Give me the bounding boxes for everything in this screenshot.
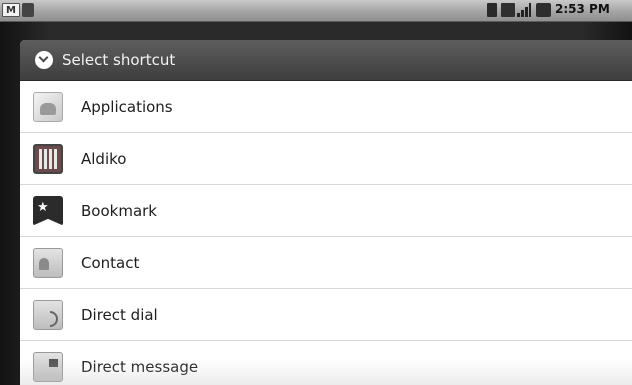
list-item-aldiko[interactable]: Aldiko: [20, 133, 632, 185]
signal-icon: [517, 3, 531, 17]
direct-message-icon: [33, 351, 63, 382]
shortcut-icon: [35, 51, 53, 69]
list-item-label: Applications: [81, 97, 173, 116]
list-item-applications[interactable]: Applications: [20, 81, 632, 133]
list-item-direct-dial[interactable]: Direct dial: [20, 289, 632, 341]
aldiko-icon: [33, 143, 63, 174]
bookmark-icon: [33, 195, 63, 226]
dialog-header: Select shortcut: [20, 40, 632, 81]
status-bar: M 2:53 PM: [0, 0, 632, 22]
list-item-label: Direct dial: [81, 305, 158, 324]
direct-dial-icon: [33, 299, 63, 330]
list-item-bookmark[interactable]: Bookmark: [20, 185, 632, 237]
battery-icon: [487, 3, 497, 17]
dialog-title: Select shortcut: [62, 51, 176, 69]
list-item-label: Contact: [81, 253, 140, 272]
list-item-label: Direct message: [81, 357, 199, 376]
contact-icon: [33, 247, 63, 278]
phone-icon: [22, 3, 34, 17]
status-clock: 2:53 PM: [555, 2, 610, 16]
list-item-contact[interactable]: Contact: [20, 237, 632, 289]
sd-card-icon: [501, 3, 515, 17]
usb-icon: [536, 3, 551, 17]
list-item-label: Aldiko: [81, 149, 127, 168]
applications-icon: [33, 91, 63, 122]
shortcut-list[interactable]: Applications Aldiko Bookmark Contact Dir…: [20, 81, 632, 385]
gmail-icon: M: [2, 3, 20, 17]
list-item-direct-message[interactable]: Direct message: [20, 341, 632, 385]
select-shortcut-dialog: Select shortcut Applications Aldiko Book…: [20, 40, 632, 385]
list-item-label: Bookmark: [81, 201, 157, 220]
